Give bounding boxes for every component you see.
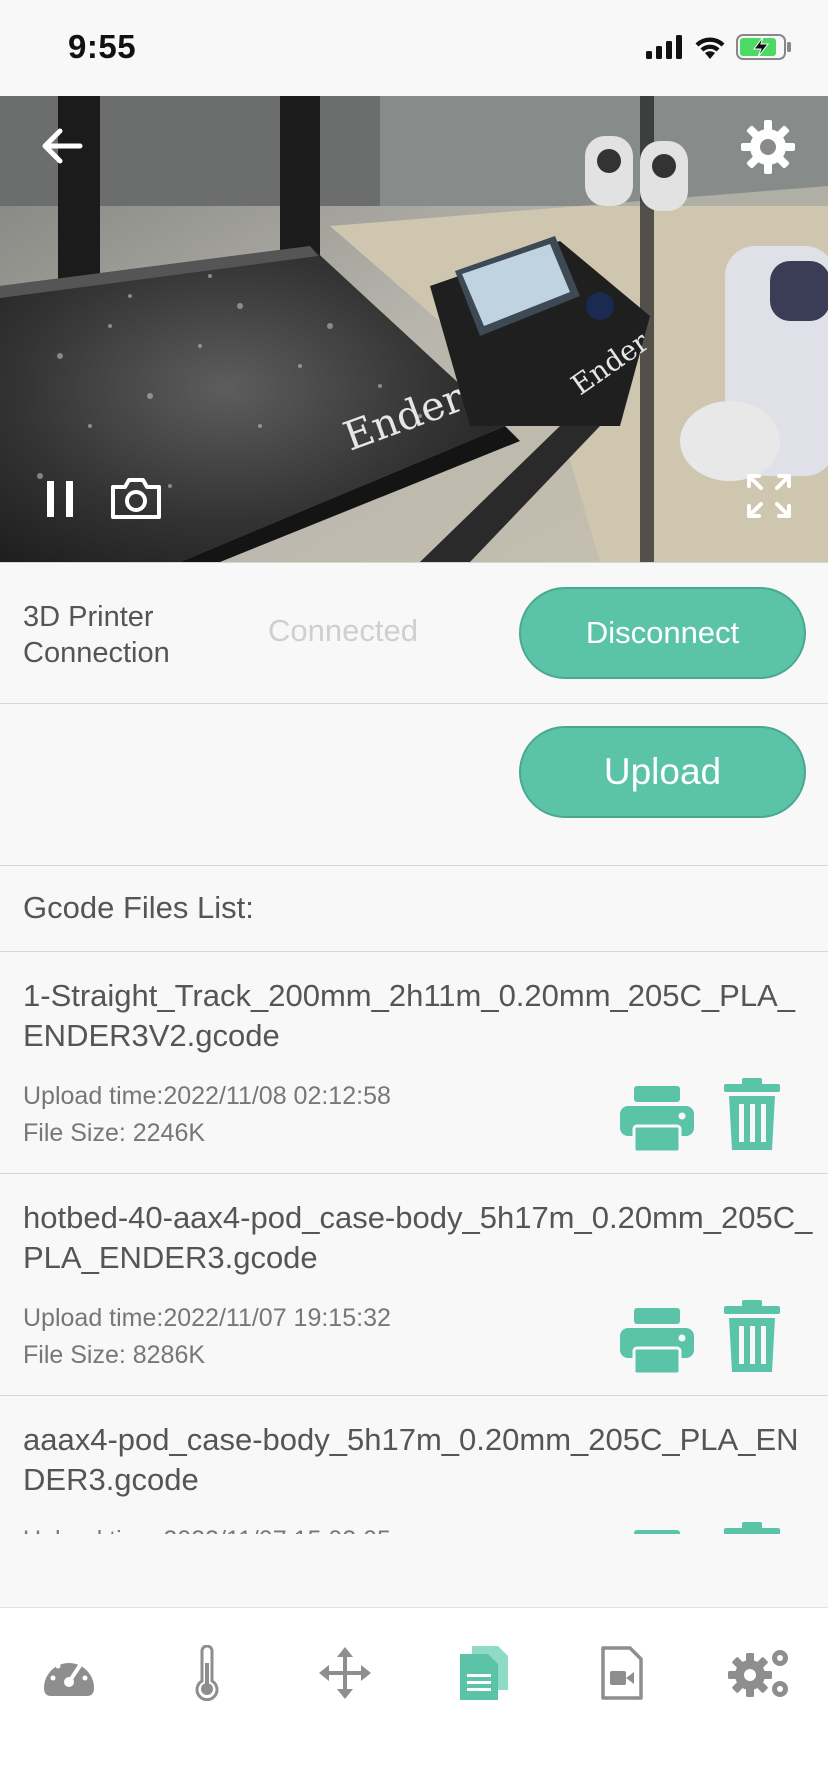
battery-charging-icon	[736, 34, 791, 60]
delete-button[interactable]	[724, 1522, 780, 1534]
disconnect-button[interactable]: Disconnect	[519, 587, 806, 679]
delete-button[interactable]	[724, 1300, 780, 1374]
camera-feed[interactable]: Ender Ender	[0, 96, 828, 562]
status-time: 9:55	[68, 28, 137, 65]
file-name: 1-Straight_Track_200mm_2h11m_0.20mm_205C…	[23, 978, 795, 1053]
cellular-signal-icon	[646, 35, 682, 59]
file-meta: Upload time:2022/11/07 15:02:05	[23, 1522, 391, 1534]
snapshot-button[interactable]	[108, 472, 164, 524]
thermometer-icon	[195, 1645, 219, 1701]
file-meta: Upload time:2022/11/07 19:15:32 File Siz…	[23, 1300, 391, 1374]
trash-icon	[724, 1078, 780, 1150]
settings-gears-icon	[728, 1650, 788, 1697]
upload-time: Upload time:2022/11/08 02:12:58	[23, 1082, 391, 1110]
connection-label: 3D Printer Connection	[23, 601, 170, 669]
move-arrows-icon	[319, 1647, 371, 1699]
tab-files[interactable]	[444, 1638, 524, 1708]
upload-time: Upload time:2022/11/07 15:02:05	[23, 1522, 391, 1534]
expand-icon	[747, 474, 791, 518]
connection-status: Connected	[268, 613, 418, 648]
list-item[interactable]: hotbed-40-aax4-pod_case-body_5h17m_0.20m…	[0, 1174, 828, 1396]
status-bar: 9:55	[0, 0, 828, 96]
upload-row: Upload	[0, 704, 828, 866]
file-size: File Size: 8286K	[23, 1341, 206, 1369]
files-list-header: Gcode Files List:	[23, 890, 254, 925]
file-name: hotbed-40-aax4-pod_case-body_5h17m_0.20m…	[23, 1200, 813, 1275]
dashboard-gauge-icon	[44, 1657, 94, 1696]
delete-button[interactable]	[724, 1078, 780, 1152]
files-header-row: Gcode Files List:	[0, 866, 828, 952]
back-button[interactable]	[34, 118, 90, 174]
fullscreen-button[interactable]	[743, 470, 795, 522]
tab-dashboard[interactable]	[29, 1638, 109, 1708]
tab-settings[interactable]	[720, 1638, 800, 1708]
print-button[interactable]	[618, 1306, 696, 1376]
file-name: aaax4-pod_case-body_5h17m_0.20mm_205C_PL…	[23, 1422, 799, 1497]
file-meta: Upload time:2022/11/08 02:12:58 File Siz…	[23, 1078, 391, 1152]
trash-icon	[724, 1522, 780, 1534]
wifi-icon	[695, 37, 725, 59]
app-screen: 9:55 Ender Ender 3D Printer Connection C…	[0, 0, 828, 1792]
files-icon	[460, 1646, 508, 1700]
pause-icon	[47, 481, 73, 517]
list-item[interactable]: aaax4-pod_case-body_5h17m_0.20mm_205C_PL…	[0, 1396, 828, 1534]
print-button[interactable]	[618, 1528, 696, 1534]
camera-icon	[111, 478, 161, 519]
bottom-tab-bar	[0, 1607, 828, 1792]
printer-icon	[634, 1530, 680, 1534]
tab-move[interactable]	[305, 1638, 385, 1708]
pause-button[interactable]	[38, 474, 82, 524]
camera-settings-button[interactable]	[735, 114, 801, 180]
arrow-left-icon	[42, 128, 83, 164]
video-file-icon	[601, 1646, 643, 1700]
connection-row: 3D Printer Connection Connected Disconne…	[0, 562, 828, 704]
gear-icon	[741, 120, 795, 174]
print-button[interactable]	[618, 1084, 696, 1154]
trash-icon	[724, 1300, 780, 1372]
status-icons	[646, 34, 792, 60]
tab-temperature[interactable]	[167, 1638, 247, 1708]
list-item[interactable]: 1-Straight_Track_200mm_2h11m_0.20mm_205C…	[0, 952, 828, 1174]
gcode-file-list[interactable]: 1-Straight_Track_200mm_2h11m_0.20mm_205C…	[0, 952, 828, 1534]
printer-icon	[620, 1308, 694, 1376]
file-size: File Size: 2246K	[23, 1119, 206, 1147]
upload-button[interactable]: Upload	[519, 726, 806, 818]
upload-time: Upload time:2022/11/07 19:15:32	[23, 1304, 391, 1332]
printer-icon	[620, 1086, 694, 1154]
tab-timelapse[interactable]	[582, 1638, 662, 1708]
